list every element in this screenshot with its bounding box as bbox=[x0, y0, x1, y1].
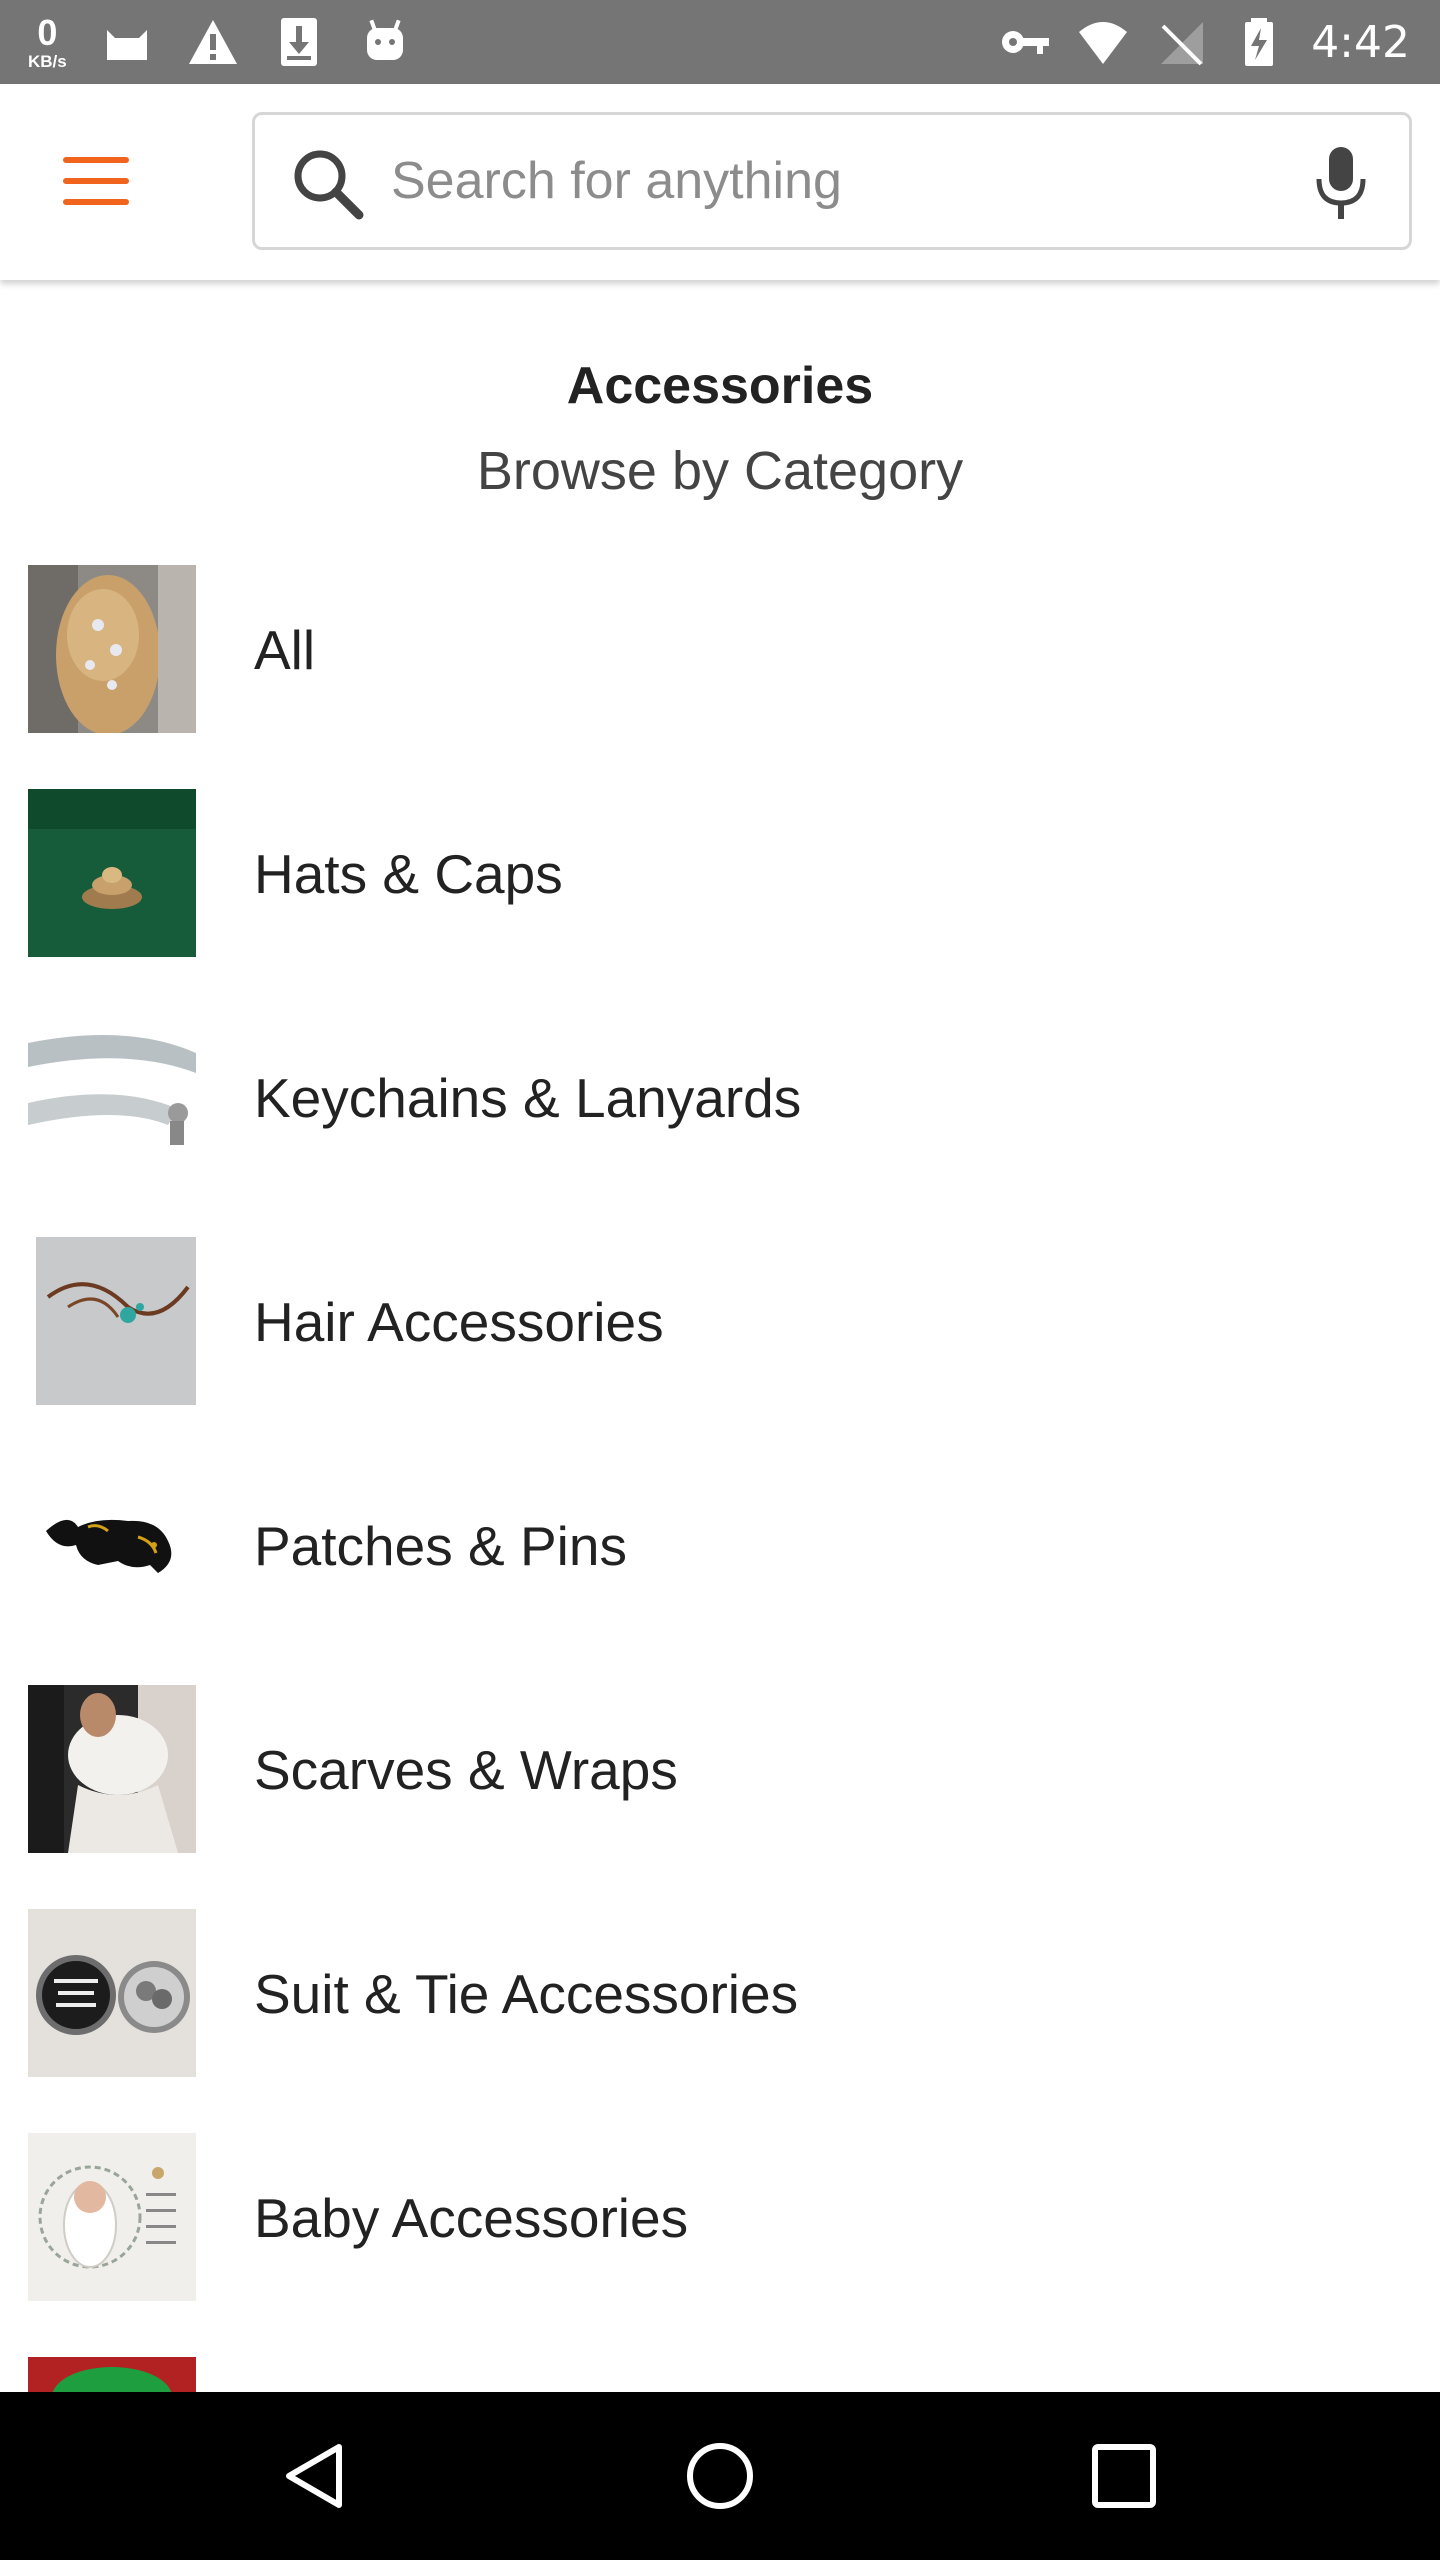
status-bar-left: 0 KB/s bbox=[28, 0, 411, 84]
hair-vine-image bbox=[28, 1237, 196, 1405]
wifi-icon bbox=[1079, 22, 1128, 64]
category-item-keychains-lanyards[interactable]: Keychains & Lanyards bbox=[0, 1010, 1440, 1234]
top-app-bar bbox=[0, 84, 1440, 280]
home-circle-icon bbox=[687, 2443, 753, 2509]
cat-icon bbox=[106, 30, 147, 60]
back-button[interactable] bbox=[266, 2426, 366, 2526]
download-icon bbox=[280, 18, 317, 66]
category-item-hats-caps[interactable]: Hats & Caps bbox=[0, 786, 1440, 1010]
microphone-icon[interactable] bbox=[1309, 145, 1373, 221]
category-thumbnail bbox=[28, 1909, 196, 2077]
category-item-partial[interactable] bbox=[0, 2354, 1440, 2392]
network-speed-unit: KB/s bbox=[28, 51, 67, 71]
no-signal-icon bbox=[1161, 22, 1204, 66]
back-triangle-icon bbox=[286, 2444, 342, 2508]
category-label: Patches & Pins bbox=[254, 1515, 627, 1577]
status-bar: 0 KB/s 4:42 bbox=[0, 0, 1440, 84]
braided-hair-image bbox=[28, 565, 196, 733]
category-list: All Hats & Caps Keychains & Lanyards Hai… bbox=[0, 562, 1440, 2392]
warning-icon bbox=[188, 20, 237, 64]
category-label: Keychains & Lanyards bbox=[254, 1067, 802, 1129]
baby-blanket-image bbox=[28, 2133, 196, 2301]
category-item-suit-tie-accessories[interactable]: Suit & Tie Accessories bbox=[0, 1906, 1440, 2130]
status-bar-right: 4:42 bbox=[999, 0, 1410, 84]
hamburger-menu-icon bbox=[63, 157, 129, 205]
category-thumbnail bbox=[28, 2357, 196, 2392]
category-thumbnail bbox=[28, 789, 196, 957]
category-label: Suit & Tie Accessories bbox=[254, 1963, 799, 2025]
gold-ornament-image bbox=[28, 789, 196, 957]
category-thumbnail bbox=[28, 1013, 196, 1181]
cufflinks-image bbox=[28, 1909, 196, 2077]
category-item-hair-accessories[interactable]: Hair Accessories bbox=[0, 1234, 1440, 1458]
category-item-scarves-wraps[interactable]: Scarves & Wraps bbox=[0, 1682, 1440, 1906]
page-heading: Accessories Browse by Category bbox=[0, 350, 1440, 516]
category-thumbnail bbox=[28, 1461, 196, 1629]
category-label: All bbox=[254, 619, 316, 681]
recents-button[interactable] bbox=[1074, 2426, 1174, 2526]
search-input[interactable] bbox=[391, 141, 1271, 221]
category-item-baby-accessories[interactable]: Baby Accessories bbox=[0, 2130, 1440, 2354]
status-clock: 4:42 bbox=[1311, 16, 1410, 68]
network-speed: 0 KB/s bbox=[28, 11, 67, 71]
android-icon bbox=[366, 19, 403, 60]
fur-wrap-image bbox=[28, 1685, 196, 1853]
category-item-patches-pins[interactable]: Patches & Pins bbox=[0, 1458, 1440, 1682]
category-label: Scarves & Wraps bbox=[254, 1739, 678, 1801]
category-label: Hair Accessories bbox=[254, 1291, 664, 1353]
category-thumbnail bbox=[28, 1685, 196, 1853]
category-thumbnail bbox=[28, 565, 196, 733]
recents-square-icon bbox=[1092, 2444, 1156, 2508]
page-title: Accessories bbox=[566, 357, 874, 415]
category-label: Hats & Caps bbox=[254, 843, 563, 905]
network-speed-value: 0 bbox=[37, 11, 58, 53]
key-icon bbox=[1002, 31, 1050, 54]
category-thumbnail bbox=[28, 1237, 196, 1405]
partial-item-image bbox=[28, 2357, 196, 2392]
menu-button[interactable] bbox=[36, 136, 156, 226]
search-icon bbox=[294, 150, 364, 220]
search-bar[interactable] bbox=[252, 112, 1412, 250]
lanyard-image bbox=[28, 1013, 196, 1181]
category-item-all[interactable]: All bbox=[0, 562, 1440, 786]
system-nav-bar bbox=[0, 2392, 1440, 2560]
category-label: Baby Accessories bbox=[254, 2187, 689, 2249]
category-thumbnail bbox=[28, 2133, 196, 2301]
battery-charging-icon bbox=[1245, 18, 1274, 66]
home-button[interactable] bbox=[670, 2426, 770, 2526]
panther-patch-image bbox=[28, 1461, 196, 1629]
page-subtitle: Browse by Category bbox=[476, 441, 964, 501]
